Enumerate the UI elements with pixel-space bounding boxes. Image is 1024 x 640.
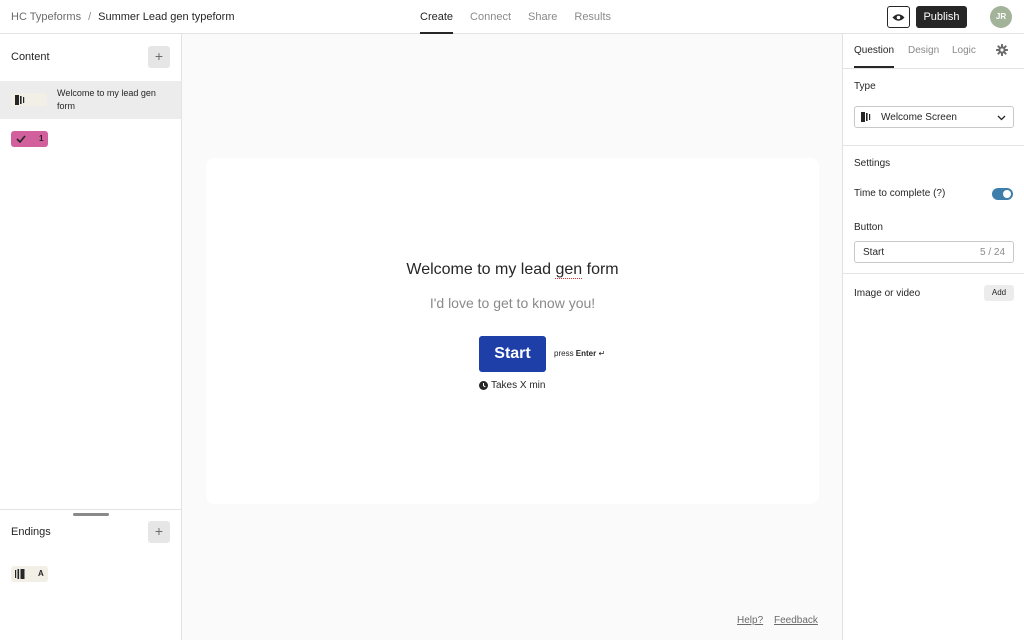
welcome-title-part-2: form [582,261,619,278]
content-title: Content [11,51,50,63]
tab-results[interactable]: Results [574,0,611,34]
checkmark-icon [16,135,26,143]
time-to-complete-toggle[interactable] [992,188,1013,200]
breadcrumb: HC Typeforms / Summer Lead gen typeform [11,11,235,23]
panel-divider [843,273,1024,274]
button-char-count: 5 / 24 [980,247,1006,258]
time-to-complete-label: Time to complete (?) [854,188,946,199]
sidebar-item-ending-a[interactable]: A [11,566,48,582]
endings-title: Endings [11,526,51,538]
type-select-value: Welcome Screen [881,112,957,123]
welcome-description[interactable]: I'd love to get to know you! [206,295,819,311]
breadcrumb-workspace-link[interactable]: HC Typeforms [11,11,81,23]
question-number: 1 [39,134,44,143]
press-key: Enter [575,349,597,358]
sidebar-item-welcome-label: Welcome to my lead gen form [57,88,156,111]
welcome-screen-icon [861,112,871,122]
welcome-title[interactable]: Welcome to my lead gen form [206,261,819,279]
avatar[interactable]: JR [990,6,1012,28]
breadcrumb-separator: / [88,11,92,23]
sidebar-item-question-1[interactable]: 1 [11,131,48,147]
start-button[interactable]: Start [479,336,546,372]
tab-logic[interactable]: Logic [952,45,976,56]
panel-divider [843,145,1024,146]
clock-icon [479,381,488,390]
ending-letter: A [38,569,44,578]
tab-question[interactable]: Question [854,45,895,68]
add-content-button[interactable]: + [148,46,170,68]
breadcrumb-form-name[interactable]: Summer Lead gen typeform [98,11,234,23]
publish-button[interactable]: Publish [916,6,967,28]
eye-icon [892,13,905,21]
welcome-title-misspelled-word: gen [555,261,583,279]
add-ending-button[interactable]: + [148,521,170,543]
press-prefix: press [554,349,574,358]
time-text: Takes X min [491,380,546,391]
panel-tabs: Question Design Logic [843,34,1024,69]
image-or-video-label: Image or video [854,288,921,299]
content-sidebar: Content + Welcome to my lead gen form 1 … [0,34,182,640]
tab-design[interactable]: Design [908,45,939,56]
button-label: Button [854,222,883,233]
help-link[interactable]: Help? [737,615,763,626]
tab-create[interactable]: Create [420,0,454,34]
tab-connect[interactable]: Connect [470,0,511,34]
welcome-title-part-1: Welcome to my lead [406,261,556,278]
top-bar: HC Typeforms / Summer Lead gen typeform Cr… [0,0,1024,34]
resize-handle[interactable] [73,513,109,516]
welcome-screen-preview[interactable]: Welcome to my lead gen form I'd love to … [206,158,819,504]
tab-share[interactable]: Share [528,0,557,34]
sidebar-item-welcome[interactable]: Welcome to my lead gen form [0,81,181,119]
feedback-link[interactable]: Feedback [774,615,818,626]
gear-icon[interactable] [996,44,1008,56]
welcome-screen-icon [15,95,25,105]
main-nav-tabs: Create Connect Share Results [420,0,628,34]
welcome-chip [11,93,47,106]
ending-screen-icon [15,569,25,579]
properties-panel: Question Design Logic Type Welcome Scree… [842,34,1024,640]
add-media-button[interactable]: Add [984,285,1014,301]
enter-icon: ↵ [598,349,606,358]
preview-button[interactable] [887,6,910,28]
press-enter-hint: press Enter ↵ [554,349,605,358]
type-label: Type [854,81,876,92]
sidebar-divider [0,509,181,510]
chevron-down-icon [997,115,1006,121]
settings-label: Settings [854,158,891,169]
time-to-complete: Takes X min [479,380,545,391]
question-type-select[interactable]: Welcome Screen [854,106,1014,128]
